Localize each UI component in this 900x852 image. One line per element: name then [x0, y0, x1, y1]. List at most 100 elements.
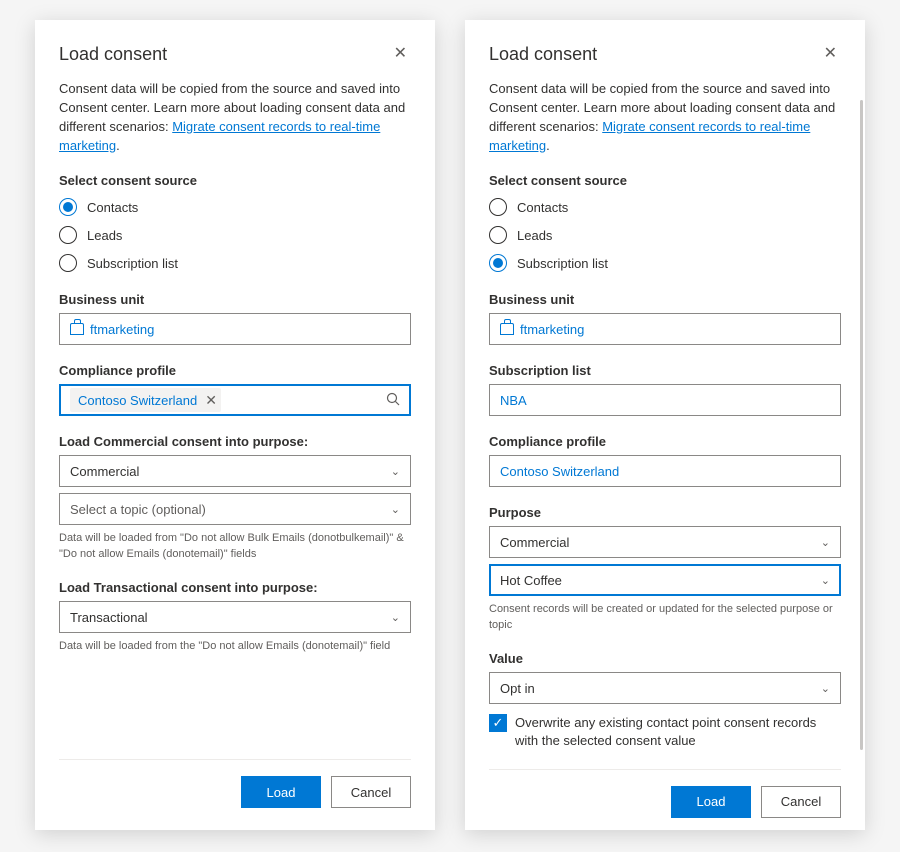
purpose-helper: Consent records will be created or updat…: [489, 602, 841, 633]
chevron-down-icon: ⌄: [391, 503, 400, 516]
purpose-label: Purpose: [489, 505, 841, 520]
select-value: Transactional: [70, 610, 148, 625]
select-value: Commercial: [500, 535, 569, 550]
description-suffix: .: [116, 138, 120, 153]
close-icon[interactable]: ✕: [820, 42, 841, 66]
radio-contacts[interactable]: Contacts: [489, 198, 841, 216]
value-field: Value Opt in ⌄ ✓ Overwrite any existing …: [489, 651, 841, 750]
commercial-helper: Data will be loaded from "Do not allow B…: [59, 531, 411, 562]
transactional-helper: Data will be loaded from the "Do not all…: [59, 639, 411, 654]
chevron-down-icon: ⌄: [391, 465, 400, 478]
radio-icon: [489, 226, 507, 244]
transactional-heading: Load Transactional consent into purpose:: [59, 580, 411, 595]
business-unit-label: Business unit: [59, 292, 411, 307]
panel-description: Consent data will be copied from the sou…: [489, 80, 841, 155]
compliance-profile-label: Compliance profile: [489, 434, 841, 449]
search-icon[interactable]: [386, 392, 400, 409]
overwrite-checkbox-row[interactable]: ✓ Overwrite any existing contact point c…: [489, 714, 841, 750]
scrollbar[interactable]: [860, 100, 863, 750]
radio-icon: [489, 198, 507, 216]
commercial-consent-field: Load Commercial consent into purpose: Co…: [59, 434, 411, 562]
compliance-profile-label: Compliance profile: [59, 363, 411, 378]
business-unit-input[interactable]: ftmarketing: [59, 313, 411, 345]
load-button[interactable]: Load: [671, 786, 751, 818]
business-unit-value: ftmarketing: [90, 322, 154, 337]
chevron-down-icon: ⌄: [821, 574, 830, 587]
radio-contacts[interactable]: Contacts: [59, 198, 411, 216]
subscription-list-input[interactable]: NBA: [489, 384, 841, 416]
value-label: Value: [489, 651, 841, 666]
compliance-profile-value: Contoso Switzerland: [500, 464, 619, 479]
tag-remove-icon[interactable]: ✕: [205, 392, 217, 409]
consent-source-radio-group: Contacts Leads Subscription list: [489, 198, 841, 272]
chevron-down-icon: ⌄: [821, 536, 830, 549]
radio-label: Contacts: [517, 200, 568, 215]
panel-body: Load consent ✕ Consent data will be copi…: [489, 42, 841, 769]
source-heading: Select consent source: [489, 173, 841, 188]
radio-label: Subscription list: [517, 256, 608, 271]
chevron-down-icon: ⌄: [821, 682, 830, 695]
tag-text: Contoso Switzerland: [78, 393, 197, 408]
briefcase-icon: [500, 323, 514, 335]
load-consent-panel-contacts: Load consent ✕ Consent data will be copi…: [35, 20, 435, 830]
chevron-down-icon: ⌄: [391, 611, 400, 624]
panel-title: Load consent: [59, 44, 167, 65]
radio-label: Contacts: [87, 200, 138, 215]
subscription-list-label: Subscription list: [489, 363, 841, 378]
checkbox-label: Overwrite any existing contact point con…: [515, 714, 841, 750]
radio-subscription-list[interactable]: Subscription list: [59, 254, 411, 272]
value-select[interactable]: Opt in ⌄: [489, 672, 841, 704]
radio-label: Leads: [87, 228, 122, 243]
purpose-field: Purpose Commercial ⌄ Hot Coffee ⌄ Consen…: [489, 505, 841, 633]
compliance-profile-field: Compliance profile Contoso Switzerland: [489, 434, 841, 487]
radio-subscription-list[interactable]: Subscription list: [489, 254, 841, 272]
panel-header: Load consent ✕: [59, 42, 411, 66]
panel-footer: Load Cancel: [489, 769, 841, 818]
business-unit-input[interactable]: ftmarketing: [489, 313, 841, 345]
compliance-profile-input[interactable]: Contoso Switzerland ✕: [59, 384, 411, 416]
compliance-profile-tag: Contoso Switzerland ✕: [70, 388, 221, 412]
panel-body: Load consent ✕ Consent data will be copi…: [59, 42, 411, 759]
subscription-list-value: NBA: [500, 393, 527, 408]
select-value: Hot Coffee: [500, 573, 562, 588]
load-consent-panel-subscription: Load consent ✕ Consent data will be copi…: [465, 20, 865, 830]
compliance-profile-input[interactable]: Contoso Switzerland: [489, 455, 841, 487]
panel-footer: Load Cancel: [59, 759, 411, 808]
transactional-purpose-select[interactable]: Transactional ⌄: [59, 601, 411, 633]
business-unit-value: ftmarketing: [520, 322, 584, 337]
radio-icon: [59, 226, 77, 244]
panel-title: Load consent: [489, 44, 597, 65]
business-unit-field: Business unit ftmarketing: [489, 292, 841, 345]
business-unit-field: Business unit ftmarketing: [59, 292, 411, 345]
transactional-consent-field: Load Transactional consent into purpose:…: [59, 580, 411, 654]
select-value: Commercial: [70, 464, 139, 479]
close-icon[interactable]: ✕: [390, 42, 411, 66]
panel-header: Load consent ✕: [489, 42, 841, 66]
cancel-button[interactable]: Cancel: [331, 776, 411, 808]
checkbox-icon[interactable]: ✓: [489, 714, 507, 732]
radio-icon: [489, 254, 507, 272]
source-heading: Select consent source: [59, 173, 411, 188]
description-suffix: .: [546, 138, 550, 153]
radio-label: Subscription list: [87, 256, 178, 271]
select-value: Opt in: [500, 681, 535, 696]
commercial-purpose-select[interactable]: Commercial ⌄: [59, 455, 411, 487]
compliance-profile-field: Compliance profile Contoso Switzerland ✕: [59, 363, 411, 416]
topic-select[interactable]: Select a topic (optional) ⌄: [59, 493, 411, 525]
radio-icon: [59, 254, 77, 272]
load-button[interactable]: Load: [241, 776, 321, 808]
panel-description: Consent data will be copied from the sou…: [59, 80, 411, 155]
radio-leads[interactable]: Leads: [59, 226, 411, 244]
cancel-button[interactable]: Cancel: [761, 786, 841, 818]
topic-select[interactable]: Hot Coffee ⌄: [489, 564, 841, 596]
consent-source-radio-group: Contacts Leads Subscription list: [59, 198, 411, 272]
commercial-heading: Load Commercial consent into purpose:: [59, 434, 411, 449]
radio-leads[interactable]: Leads: [489, 226, 841, 244]
purpose-select[interactable]: Commercial ⌄: [489, 526, 841, 558]
subscription-list-field: Subscription list NBA: [489, 363, 841, 416]
select-placeholder: Select a topic (optional): [70, 502, 206, 517]
business-unit-label: Business unit: [489, 292, 841, 307]
radio-label: Leads: [517, 228, 552, 243]
radio-icon: [59, 198, 77, 216]
briefcase-icon: [70, 323, 84, 335]
